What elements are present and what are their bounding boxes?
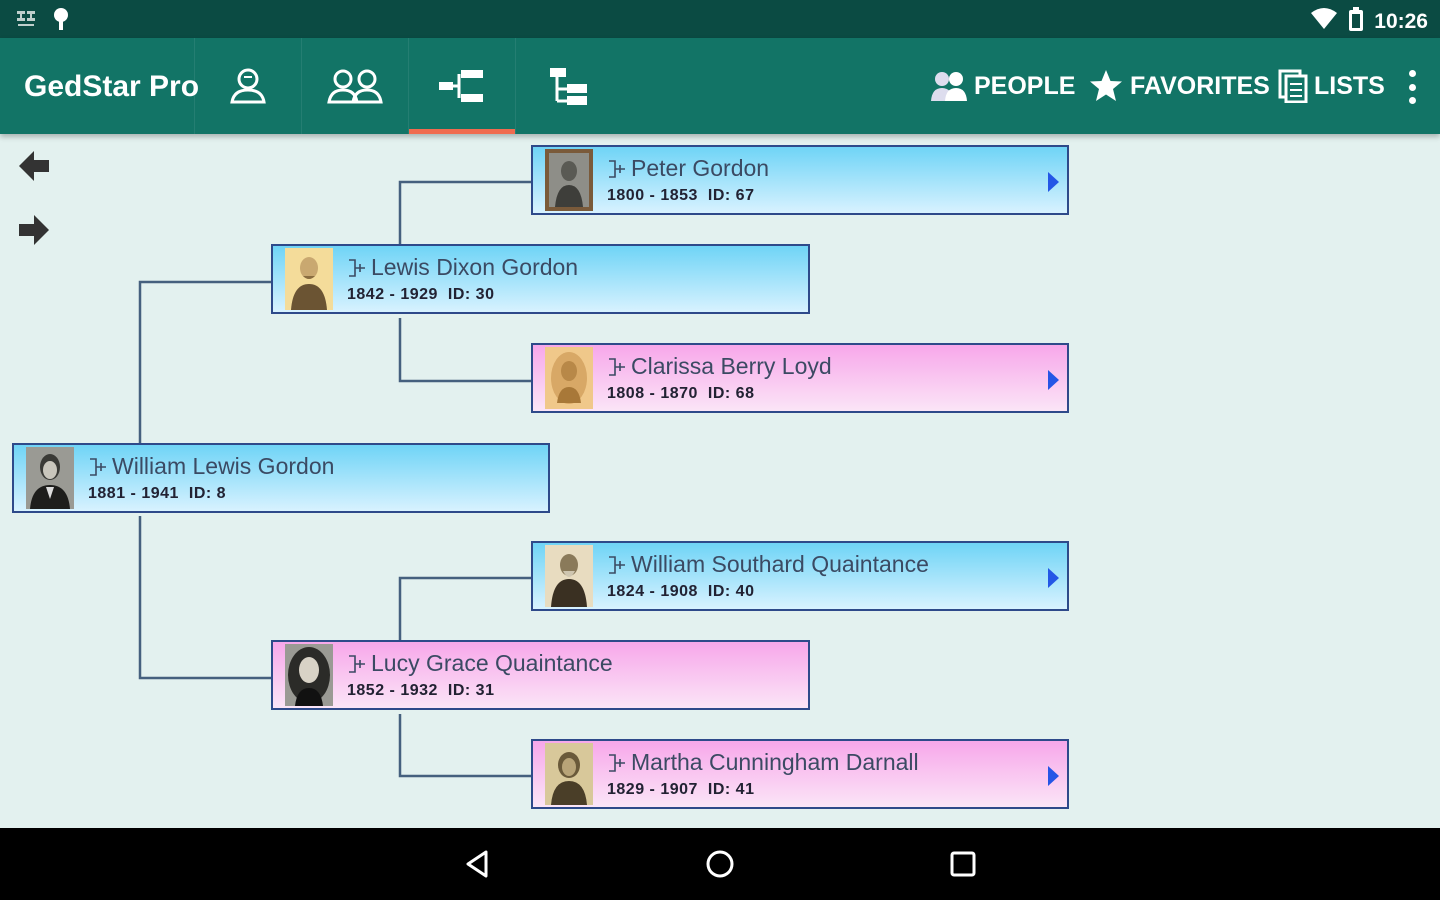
tab-descendants[interactable] [515, 38, 622, 134]
app-bar: GedStar Pro PEOPLE FAVORITES LISTS [0, 38, 1440, 134]
person-id: ID: 8 [188, 485, 227, 502]
pedigree-link-icon [609, 753, 625, 772]
person-name: William Lewis Gordon [112, 453, 335, 479]
person-photo [545, 149, 593, 211]
pedigree-link-icon [349, 258, 365, 277]
person-photo [26, 447, 74, 509]
person-card-maternal-grandmother[interactable]: Martha Cunningham Darnall 1829 - 1907 ID:… [531, 739, 1069, 809]
wifi-icon [1310, 7, 1338, 36]
person-photo [285, 644, 333, 706]
people-label: PEOPLE [974, 71, 1076, 100]
pedigree-chart: William Lewis Gordon 1881 - 1941 ID: 8 Le… [0, 134, 1440, 828]
person-card-mother[interactable]: Lucy Grace Quaintance 1852 - 1932 ID: 31 [271, 640, 810, 710]
descendant-tree-icon [550, 68, 587, 105]
person-name: Lewis Dixon Gordon [371, 254, 579, 280]
person-id: ID: 40 [707, 583, 755, 600]
person-id: ID: 68 [707, 385, 755, 402]
battery-icon [1348, 6, 1364, 37]
person-id: ID: 41 [707, 781, 755, 798]
home-icon[interactable] [704, 848, 736, 880]
person-name: Peter Gordon [631, 155, 770, 181]
person-card-paternal-grandmother[interactable]: Clarissa Berry Loyd 1808 - 1870 ID: 68 [531, 343, 1069, 413]
lists-icon [1278, 69, 1308, 103]
person-name: Martha Cunningham Darnall [631, 749, 919, 775]
recents-icon[interactable] [947, 848, 979, 880]
person-card-paternal-grandfather[interactable]: Peter Gordon 1800 - 1853 ID: 67 [531, 145, 1069, 215]
person-years: 1881 - 1941 [88, 485, 179, 502]
tab-family[interactable] [301, 38, 408, 134]
pedigree-link-icon [90, 457, 106, 476]
person-years: 1829 - 1907 [607, 781, 698, 798]
expand-arrow-icon[interactable] [1048, 172, 1059, 192]
pedigree-chart-icon [439, 70, 483, 102]
lists-label: LISTS [1314, 71, 1385, 100]
pedigree-link-icon [609, 159, 625, 178]
person-photo [545, 545, 593, 607]
favorites-label: FAVORITES [1130, 71, 1270, 100]
person-photo [285, 248, 333, 310]
people-button[interactable]: PEOPLE [930, 66, 1075, 106]
person-years: 1808 - 1870 [607, 385, 698, 402]
person-years: 1852 - 1932 [347, 682, 438, 699]
tab-pedigree[interactable] [408, 38, 515, 134]
person-id: ID: 31 [447, 682, 495, 699]
pedigree-link-icon [609, 357, 625, 376]
person-years: 1824 - 1908 [607, 583, 698, 600]
expand-arrow-icon[interactable] [1048, 766, 1059, 786]
person-id: ID: 30 [447, 286, 495, 303]
person-card-self[interactable]: William Lewis Gordon 1881 - 1941 ID: 8 [12, 443, 550, 513]
person-icon [230, 68, 266, 104]
person-photo [545, 743, 593, 805]
tab-individual[interactable] [194, 38, 301, 134]
person-name: William Southard Quaintance [631, 551, 929, 577]
person-name: Lucy Grace Quaintance [371, 650, 613, 676]
lists-button[interactable]: LISTS [1278, 66, 1385, 106]
star-icon [1090, 70, 1122, 101]
app-title: GedStar Pro [24, 70, 200, 103]
back-icon[interactable] [462, 848, 494, 880]
status-bar: 10:26 [0, 0, 1440, 38]
person-years: 1800 - 1853 [607, 187, 698, 204]
family-icon [327, 69, 383, 104]
notification-icon [14, 7, 38, 36]
pedigree-link-icon [609, 555, 625, 574]
more-vert-icon[interactable] [1406, 70, 1418, 104]
pedigree-link-icon [349, 654, 365, 673]
person-name: Clarissa Berry Loyd [631, 353, 832, 379]
person-years: 1842 - 1929 [347, 286, 438, 303]
person-photo [545, 347, 593, 409]
person-card-father[interactable]: Lewis Dixon Gordon 1842 - 1929 ID: 30 [271, 244, 810, 314]
location-icon [50, 6, 72, 37]
person-id: ID: 67 [707, 187, 755, 204]
status-time: 10:26 [1374, 9, 1428, 33]
expand-arrow-icon[interactable] [1048, 568, 1059, 588]
people-icon [931, 72, 967, 101]
person-card-maternal-grandfather[interactable]: William Southard Quaintance 1824 - 1908 I… [531, 541, 1069, 611]
favorites-button[interactable]: FAVORITES [1088, 66, 1270, 106]
system-nav-bar [0, 828, 1440, 900]
expand-arrow-icon[interactable] [1048, 370, 1059, 390]
